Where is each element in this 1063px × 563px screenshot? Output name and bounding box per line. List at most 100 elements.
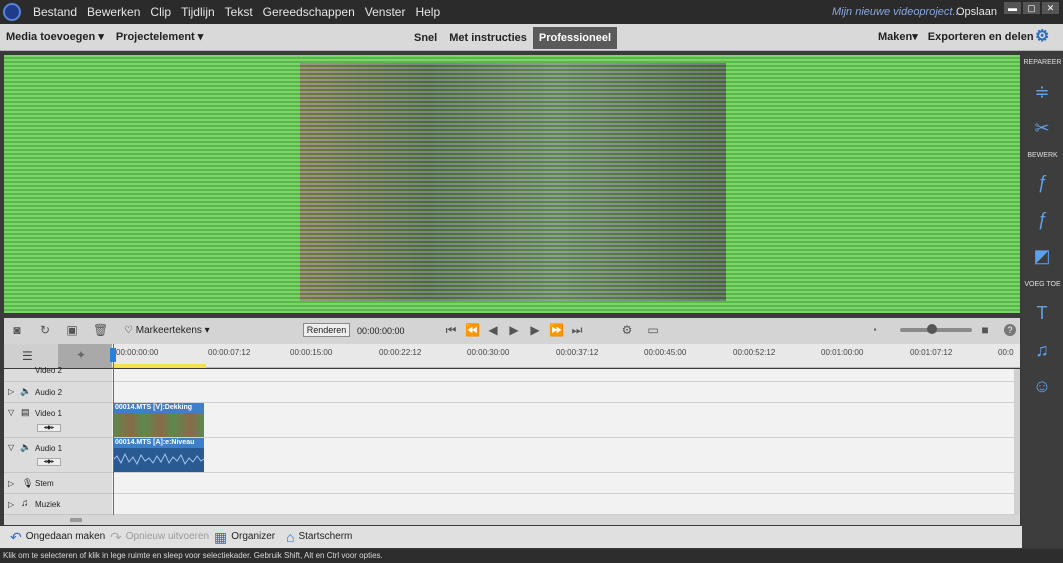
menu-tekst[interactable]: Tekst <box>220 0 258 24</box>
chevron-down-icon: ▾ <box>912 31 918 43</box>
horizontal-scrollbar[interactable] <box>4 515 1020 525</box>
ruler-tick: 00:00:52:12 <box>733 348 776 357</box>
track-lane-video-1[interactable]: 00014.MTS [V]:Dekking <box>112 403 1014 438</box>
playhead-line[interactable] <box>113 344 114 517</box>
expand-icon[interactable]: ▷ <box>8 479 14 488</box>
track-lane-audio-2[interactable] <box>112 382 1014 403</box>
tools-icon[interactable]: ✂ <box>1031 117 1053 139</box>
markers-dropdown[interactable]: ♡ Markeertekens ▾ <box>124 318 210 344</box>
redo-button[interactable]: ↷ Opnieuw uitvoeren <box>110 526 209 548</box>
go-to-end-icon[interactable]: ⏭ <box>570 322 584 338</box>
tab-professioneel[interactable]: Professioneel <box>532 26 618 49</box>
fit-timeline-icon[interactable]: ✦ <box>58 344 112 368</box>
zoom-in-icon[interactable]: ■ <box>978 323 992 337</box>
right-panel: REPAREER ≑ ✂ BEWERK ƒ ƒ ◩ VOEG TOE T ♫ ☺ <box>1022 55 1063 547</box>
menu-bestand[interactable]: Bestand <box>28 0 82 24</box>
track-lane-video-2[interactable] <box>112 369 1014 382</box>
expand-icon[interactable]: ▷ <box>8 500 14 509</box>
camera-icon[interactable]: ◙ <box>10 323 24 337</box>
effects-edit-icon[interactable]: ƒ <box>1031 171 1053 193</box>
app-logo-icon[interactable] <box>0 0 24 24</box>
menu-tijdlijn[interactable]: Tijdlijn <box>176 0 220 24</box>
close-icon[interactable]: ✕ <box>1042 2 1059 14</box>
track-lane-music[interactable] <box>112 494 1014 515</box>
smart-trim-icon[interactable]: ▣ <box>65 323 79 337</box>
ruler-tick: 00:0 <box>998 348 1014 357</box>
timeline-controls: ◙ ↻ ▣ 🗑 ♡ Markeertekens ▾ Renderen 00:00… <box>4 318 1020 344</box>
save-button[interactable]: Opslaan <box>956 0 997 24</box>
track-header-audio-1[interactable]: ▽ 🔈 Audio 1 ◂◆▸ <box>4 438 112 473</box>
undo-icon: ↶ <box>10 529 22 545</box>
track-lane-voice[interactable] <box>112 473 1014 494</box>
tab-met-instructies[interactable]: Met instructies <box>443 27 533 49</box>
media-add-button[interactable]: Media toevoegen ▾ <box>6 24 104 51</box>
rewind-icon[interactable]: ⏪ <box>465 322 480 338</box>
preview-monitor[interactable] <box>4 55 1020 313</box>
transitions-icon[interactable]: ◩ <box>1031 245 1053 267</box>
track-lane-audio-1[interactable]: 00014.MTS [A]:e:Niveau <box>112 438 1014 473</box>
track-header-voice[interactable]: ▷ 🎙 Stem <box>4 473 112 494</box>
repair-label: REPAREER <box>1023 59 1062 66</box>
menu-help[interactable]: Help <box>410 0 445 24</box>
help-icon[interactable]: ? <box>1004 324 1016 336</box>
tab-snel[interactable]: Snel <box>408 27 443 49</box>
playhead-handle[interactable] <box>110 348 116 362</box>
expand-icon[interactable]: ▷ <box>8 387 14 396</box>
menu-bewerken[interactable]: Bewerken <box>82 0 145 24</box>
track-header-video-2[interactable]: Video 2 <box>4 366 112 382</box>
export-share-button[interactable]: Exporteren en delen <box>928 24 1034 51</box>
track-options-icon[interactable]: ☰ <box>22 349 33 363</box>
menu-clip[interactable]: Clip <box>145 0 176 24</box>
zoom-slider-knob[interactable] <box>927 324 937 334</box>
track-header-music[interactable]: ▷ ♫ Muziek <box>4 494 112 515</box>
gear-icon[interactable]: ⚙ <box>1035 29 1051 45</box>
project-element-label: Projectelement <box>115 31 195 43</box>
rotate-icon[interactable]: ↻ <box>38 323 52 337</box>
effects-icon[interactable]: ƒ <box>1031 208 1053 230</box>
undo-button[interactable]: ↶ Ongedaan maken <box>10 526 105 548</box>
step-back-icon[interactable]: ◀ <box>486 322 500 338</box>
markers-label: Markeertekens <box>135 325 202 336</box>
clip-title: 00014.MTS [A]:e:Niveau <box>113 438 204 448</box>
adjust-sliders-icon[interactable]: ≑ <box>1031 81 1053 103</box>
project-element-button[interactable]: Projectelement ▾ <box>116 24 203 51</box>
zoom-out-icon[interactable]: ▪ <box>868 323 882 337</box>
smiley-icon[interactable]: ☺ <box>1031 375 1053 397</box>
collapse-icon[interactable]: ▽ <box>8 408 14 417</box>
project-name: Mijn nieuwe videoproject.... <box>832 6 965 18</box>
organizer-button[interactable]: ▦ Organizer <box>214 526 275 548</box>
scrollbar-thumb[interactable] <box>70 518 82 522</box>
fullscreen-icon[interactable]: ▭ <box>646 323 660 337</box>
work-area-bar[interactable] <box>114 364 206 368</box>
keyframe-controls[interactable]: ◂◆▸ <box>37 424 61 432</box>
fast-forward-icon[interactable]: ⏩ <box>549 322 564 338</box>
film-icon: ▤ <box>21 407 30 417</box>
step-forward-icon[interactable]: ▶ <box>528 322 542 338</box>
menu-gereedschappen[interactable]: Gereedschappen <box>258 0 360 24</box>
render-button[interactable]: Renderen <box>303 323 350 337</box>
ruler-tick: 00:00:45:00 <box>644 348 687 357</box>
play-icon[interactable]: ▶ <box>507 322 521 338</box>
go-to-start-icon[interactable]: ⏮ <box>444 322 458 338</box>
timeline-ruler[interactable]: ☰ ✦ 00:00:00:00 00:00:07:12 00:00:15:00 … <box>4 344 1020 368</box>
video-clip[interactable]: 00014.MTS [V]:Dekking <box>113 403 204 437</box>
trash-icon[interactable]: 🗑 <box>93 323 108 337</box>
timeline-tracks: Video 2 ▷ 🔈 Audio 2 ▽ ▤ Video 1 ◂◆▸ 0001… <box>4 366 1014 515</box>
organizer-icon: ▦ <box>214 529 228 545</box>
vertical-scrollbar[interactable] <box>1014 369 1020 515</box>
audio-clip[interactable]: 00014.MTS [A]:e:Niveau <box>112 438 205 472</box>
menu-venster[interactable]: Venster <box>360 0 411 24</box>
maximize-icon[interactable]: ▢ <box>1023 2 1040 14</box>
settings-monitor-icon[interactable]: ⚙ <box>620 323 634 337</box>
collapse-icon[interactable]: ▽ <box>8 443 14 452</box>
home-button[interactable]: ⌂ Startscherm <box>286 526 352 548</box>
track-name: Audio 2 <box>35 388 63 397</box>
keyframe-controls[interactable]: ◂◆▸ <box>37 458 61 466</box>
minimize-icon[interactable]: ▬ <box>1004 2 1021 14</box>
title-text-icon[interactable]: T <box>1031 302 1053 324</box>
music-note-icon[interactable]: ♫ <box>1031 339 1053 361</box>
zoom-slider[interactable] <box>900 324 972 334</box>
track-header-audio-2[interactable]: ▷ 🔈 Audio 2 <box>4 382 112 403</box>
make-button[interactable]: Maken▾ <box>878 24 918 51</box>
track-header-video-1[interactable]: ▽ ▤ Video 1 ◂◆▸ <box>4 403 112 438</box>
